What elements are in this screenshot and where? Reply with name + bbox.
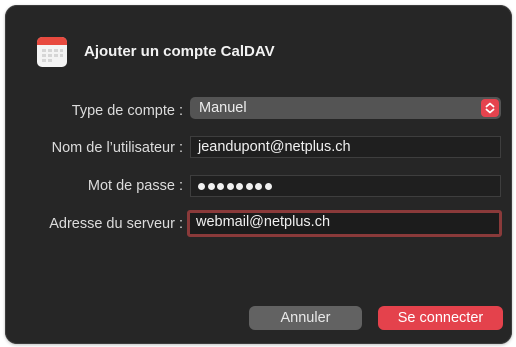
password-field[interactable] [190,175,501,197]
cancel-button[interactable]: Annuler [249,306,362,330]
server-field[interactable]: webmail@netplus.ch [187,210,502,237]
username-label: Nom de l’utilisateur : [51,140,183,156]
account-type-value: Manuel [199,100,247,116]
server-label: Adresse du serveur : [49,216,183,232]
caldav-dialog: Ajouter un compte CalDAV Type de compte … [5,5,512,344]
server-value: webmail@netplus.ch [196,214,331,230]
password-label: Mot de passe : [87,178,183,194]
username-field[interactable]: jeandupont@netplus.ch [190,136,501,158]
calendar-icon [37,37,67,67]
dialog-title: Ajouter un compte CalDAV [84,43,275,60]
password-mask [198,179,272,190]
connect-button[interactable]: Se connecter [378,306,503,330]
chevron-up-down-icon [481,99,499,117]
account-type-select[interactable]: Manuel [190,97,501,119]
username-value: jeandupont@netplus.ch [198,139,351,155]
account-type-label: Type de compte : [71,103,183,119]
